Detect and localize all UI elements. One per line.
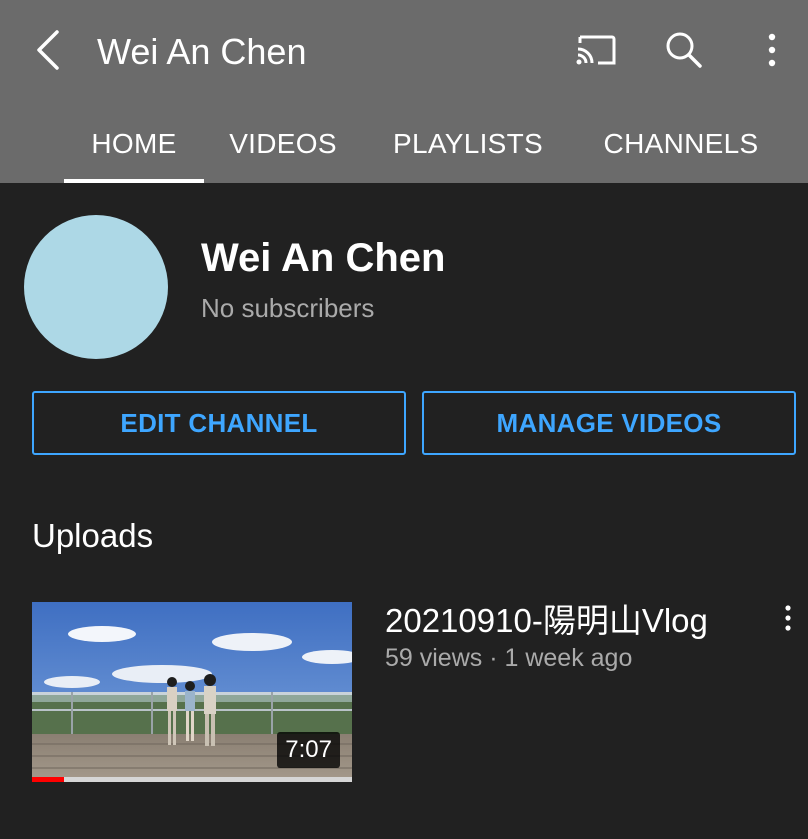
channel-page: Wei An Chen HOME VIDEOS PLAYLISTS CHANNE…: [0, 0, 808, 839]
cast-icon: [574, 31, 618, 74]
tab-home[interactable]: HOME: [64, 104, 204, 183]
more-vertical-icon: [766, 32, 778, 73]
more-vertical-icon: [783, 604, 793, 637]
search-icon: [664, 30, 704, 75]
video-meta: 59 views · 1 week ago: [385, 644, 633, 672]
page-title: Wei An Chen: [97, 31, 307, 72]
video-title[interactable]: 20210910-陽明山Vlog: [385, 600, 708, 642]
channel-avatar[interactable]: [24, 215, 168, 359]
manage-videos-button[interactable]: MANAGE VIDEOS: [422, 391, 796, 455]
video-more-button[interactable]: [768, 600, 808, 640]
more-options-button[interactable]: [746, 26, 798, 78]
channel-name: Wei An Chen: [201, 236, 446, 280]
tab-channels[interactable]: CHANNELS: [584, 104, 778, 183]
channel-tabs: HOME VIDEOS PLAYLISTS CHANNELS: [0, 104, 808, 183]
selected-tab-indicator: [64, 179, 204, 183]
cast-button[interactable]: [570, 26, 622, 78]
tab-playlists[interactable]: PLAYLISTS: [374, 104, 562, 183]
app-header: Wei An Chen HOME VIDEOS PLAYLISTS CHANNE…: [0, 0, 808, 183]
search-button[interactable]: [658, 26, 710, 78]
tab-videos[interactable]: VIDEOS: [214, 104, 352, 183]
back-arrow-icon: [33, 28, 63, 77]
back-button[interactable]: [22, 24, 74, 80]
subscriber-count: No subscribers: [201, 293, 375, 323]
uploads-heading: Uploads: [32, 517, 154, 554]
edit-channel-button[interactable]: EDIT CHANNEL: [32, 391, 406, 455]
watch-progress-fill: [32, 777, 64, 782]
top-bar: Wei An Chen: [0, 0, 808, 104]
video-duration: 7:07: [277, 732, 340, 768]
watch-progress-track: [32, 777, 352, 782]
video-thumbnail[interactable]: 7:07: [32, 602, 352, 782]
